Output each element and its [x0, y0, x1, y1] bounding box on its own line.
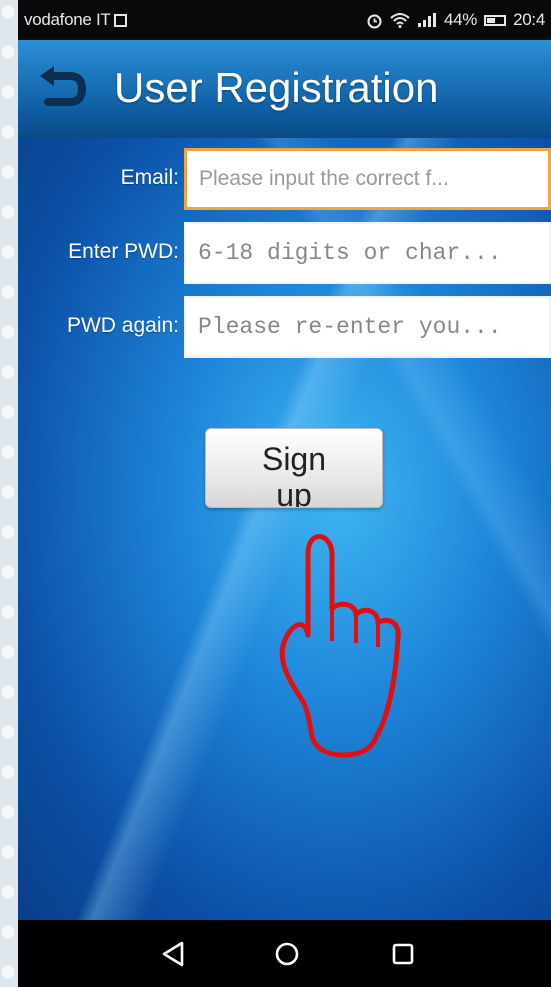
nav-recents-icon[interactable]	[388, 939, 418, 969]
email-field[interactable]: Please input the correct f...	[184, 148, 551, 210]
signal-icon	[417, 13, 436, 27]
password-again-field[interactable]: Please re-enter you...	[184, 296, 551, 358]
app-bar: User Registration	[18, 40, 551, 138]
sign-up-button[interactable]: Sign up now	[205, 428, 383, 508]
carrier-name: vodafone IT	[24, 10, 111, 29]
email-placeholder: Please input the correct f...	[199, 167, 449, 190]
system-nav-bar	[18, 920, 551, 987]
password-placeholder: 6-18 digits or char...	[198, 240, 502, 266]
status-bar-right: 44% 20:4	[366, 10, 545, 30]
phone-screen: vodafone IT 44% 20:4 User Registration E…	[18, 0, 551, 987]
password-again-placeholder: Please re-enter you...	[198, 314, 502, 340]
password-again-row: PWD again: Please re-enter you...	[18, 296, 551, 358]
back-arrow-icon[interactable]	[36, 62, 90, 116]
sign-up-button-label: Sign up now	[261, 441, 327, 508]
battery-icon	[484, 14, 507, 26]
status-bar: vodafone IT 44% 20:4	[18, 0, 551, 40]
sim-icon	[114, 13, 128, 27]
password-again-label: PWD again:	[66, 314, 179, 337]
wifi-icon	[390, 13, 410, 28]
page-title: User Registration	[114, 64, 439, 111]
password-label: Enter PWD:	[68, 240, 179, 263]
nav-home-icon[interactable]	[272, 939, 302, 969]
email-row: Email: Please input the correct f...	[18, 148, 551, 210]
password-field[interactable]: 6-18 digits or char...	[184, 222, 551, 284]
email-label: Email:	[120, 166, 179, 189]
nav-back-icon[interactable]	[158, 939, 188, 969]
status-bar-left: vodafone IT	[24, 10, 128, 30]
password-row: Enter PWD: 6-18 digits or char...	[18, 222, 551, 284]
registration-form: Email: Please input the correct f... Ent…	[18, 138, 551, 920]
alarm-icon	[367, 14, 382, 28]
clock: 20:4	[513, 10, 545, 29]
battery-percent: 44%	[443, 10, 478, 29]
hand-pointer-icon	[279, 534, 401, 758]
